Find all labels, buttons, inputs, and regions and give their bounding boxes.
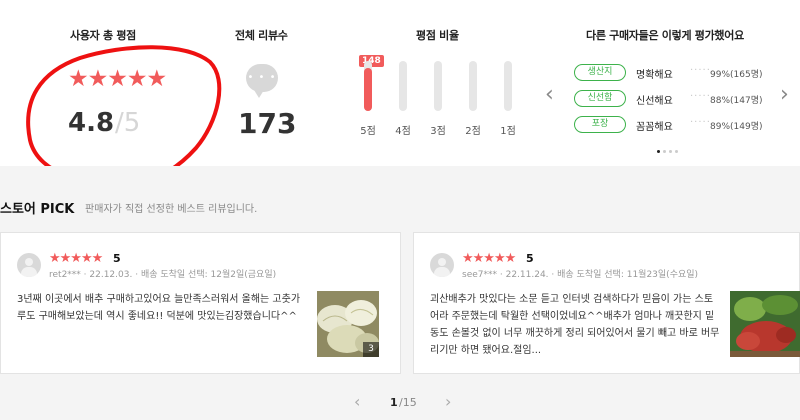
review-photo[interactable] [730,291,800,357]
buyer-row: 생산지 명확해요 ····· 99%(165명) [574,64,774,82]
buyer-desc: 신선해요 [636,96,673,107]
speech-bubble-icon: • • • [246,64,278,98]
rating-bar-label: 1점 [500,126,516,137]
store-pick-subtitle: 판매자가 직접 선정한 베스트 리뷰입니다. [85,204,258,215]
rating-title: 사용자 총 평점 [70,29,136,42]
review-score: 5 [526,252,534,265]
review-option: 배송 도착일 선택: 12월2일(금요일) [140,270,277,280]
dotted-leader: ····· [690,65,711,76]
store-pick-title: 스토어 PICK [0,202,75,217]
buyer-row: 포장 꼼꼼해요 ····· 89%(149명) [574,116,774,134]
current-page[interactable]: 1 [390,396,398,409]
review-stars: ★★★★★ [49,251,103,266]
buyers-prev-chevron-icon[interactable]: ‹ [545,82,554,107]
review-meta: see7*** · 22.11.24. · 배송 도착일 선택: 11월23일(… [462,270,699,280]
rating-bar [364,61,372,111]
pager-dot[interactable] [675,150,678,153]
review-count: 173 [238,107,297,140]
rating-bar-label: 3점 [430,126,446,137]
review-photo[interactable]: 3 [317,291,379,357]
buyers-title: 다른 구매자들은 이렇게 평가했어요 [586,29,744,42]
rating-bar-fill [364,68,372,111]
pager-dot-active[interactable] [657,150,660,153]
buyer-tag: 포장 [574,116,626,133]
user-avatar-icon [430,253,454,277]
buyer-row: 신선함 신선해요 ····· 88%(147명) [574,90,774,108]
pager-dot[interactable] [669,150,672,153]
review-user: see7*** [462,270,497,280]
buyer-tag: 신선함 [574,90,626,107]
review-text: 3년째 이곳에서 배추 구매하고있어요 늘만족스러워서 올해는 고춧가루도 구매… [17,294,301,322]
buyer-pct: 88%(147명) [710,96,763,106]
review-text: 괴산배추가 맛있다는 소문 듣고 인터넷 검색하다가 믿음이 가는 스토어라 주… [430,294,720,356]
total-pages: /15 [399,396,417,409]
buyer-desc: 명확해요 [636,70,673,81]
rating-score-max: /5 [115,108,141,138]
pager-dot[interactable] [663,150,666,153]
rating-bar-label: 5점 [360,126,376,137]
rating-bar [434,61,442,111]
rating-score: 4.8 [68,108,115,138]
buyer-tag: 생산지 [574,64,626,81]
review-option: 배송 도착일 선택: 11월23일(수요일) [557,270,699,280]
user-avatar-icon [17,253,41,277]
pagination: ‹ 1 /15 › [0,392,800,412]
review-card[interactable]: ★★★★★ 5 see7*** · 22.11.24. · 배송 도착일 선택:… [413,232,800,374]
rating-bar [504,61,512,111]
reviews-title: 전체 리뷰수 [235,29,288,42]
buyers-next-chevron-icon[interactable]: › [780,82,789,107]
buyer-desc: 꼼꼼해요 [636,122,673,133]
rating-bar-label: 2점 [465,126,481,137]
dotted-leader: ····· [690,91,711,102]
ratio-title: 평점 비율 [416,29,459,42]
review-date: 22.12.03. [89,270,133,280]
prev-page-chevron-icon[interactable]: ‹ [354,392,360,411]
review-meta: ret2*** · 22.12.03. · 배송 도착일 선택: 12월2일(금… [49,270,277,280]
photo-count: 3 [363,342,379,357]
rating-stars: ★★★★★ [68,66,167,92]
next-page-chevron-icon[interactable]: › [445,392,451,411]
kimchi-photo [730,291,800,357]
review-date: 22.11.24. [505,270,549,280]
review-score: 5 [113,252,121,265]
rating-bar [469,61,477,111]
rating-bar [399,61,407,111]
review-card[interactable]: ★★★★★ 5 ret2*** · 22.12.03. · 배송 도착일 선택:… [0,232,401,374]
rating-bar-label: 4점 [395,126,411,137]
buyer-pct: 89%(149명) [710,122,763,132]
review-user: ret2*** [49,270,81,280]
buyer-pct: 99%(165명) [710,70,763,80]
dotted-leader: ····· [690,117,711,128]
review-stars: ★★★★★ [462,251,516,266]
buyers-pager-dots[interactable] [657,138,681,157]
